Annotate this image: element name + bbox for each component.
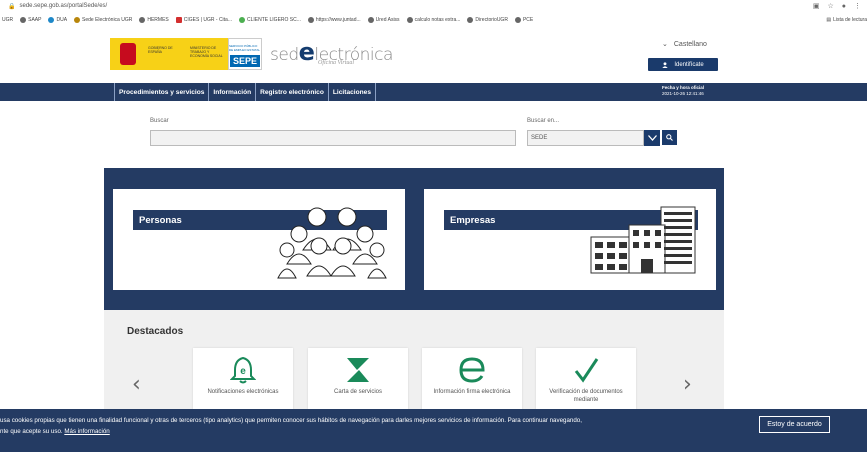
- bookmark-item[interactable]: SAAP: [20, 17, 41, 23]
- check-icon: [573, 352, 599, 388]
- bookmarks-bar: UGR SAAP DUA Sede Electrónica UGR HERMES…: [0, 14, 867, 26]
- bookmark-item[interactable]: UGR: [2, 17, 13, 23]
- chevron-down-icon: ⌄: [662, 41, 668, 48]
- search-in-label: Buscar en...: [527, 118, 560, 124]
- nav-licitaciones[interactable]: Licitaciones: [329, 83, 377, 101]
- sede-electronica-logo[interactable]: sedelectrónica Oficina Virtual: [270, 38, 400, 68]
- lock-icon: 🔒: [8, 3, 16, 10]
- search-scope-select[interactable]: SEDE: [527, 130, 644, 146]
- carousel-prev-icon[interactable]: ‹: [132, 372, 141, 397]
- menu-icon[interactable]: ⋮: [854, 2, 861, 10]
- people-group-icon: [277, 207, 387, 279]
- sepe-logo: SERVICIO PÚBLICO DE EMPLEO ESTATAL SEPE: [228, 38, 262, 70]
- tab-icon[interactable]: ▣: [813, 2, 820, 10]
- bookmark-icon: [20, 17, 27, 23]
- star-icon[interactable]: ☆: [827, 2, 833, 10]
- chevron-down-icon: [647, 135, 657, 141]
- ministry-label: MINISTERIO DE TRABAJO Y ECONOMÍA SOCIAL: [188, 38, 228, 70]
- destacado-firma-electronica[interactable]: Información firma electrónica: [422, 348, 522, 410]
- empresas-card[interactable]: Empresas: [424, 189, 716, 290]
- bookmark-icon: [175, 17, 182, 23]
- destacado-notificaciones[interactable]: e Notificaciones electrónicas: [193, 348, 293, 410]
- government-logo[interactable]: GOBIERNO DE ESPAÑA MINISTERIO DE TRABAJO…: [110, 38, 262, 70]
- nav-procedimientos[interactable]: Procedimientos y servicios: [114, 83, 210, 101]
- bookmark-item[interactable]: Sede Electrónica UGR: [74, 17, 132, 23]
- destacado-verificacion[interactable]: Verificación de documentos mediante: [536, 348, 636, 410]
- coat-of-arms-icon: [110, 38, 146, 70]
- sede-subtitle: Oficina Virtual: [318, 60, 355, 66]
- cookie-text: usa cookies propias que tienen una final…: [0, 417, 582, 424]
- address-bar[interactable]: 🔒 sede.sepe.gob.as/portalSede/es/: [0, 0, 867, 12]
- svg-text:e: e: [240, 366, 246, 377]
- browser-toolbar-icons: ▣ ☆ ● ⋮: [813, 0, 861, 12]
- nav-registro[interactable]: Registro electrónico: [256, 83, 329, 101]
- main-nav: Procedimientos y servicios Información R…: [0, 83, 867, 101]
- bookmark-item[interactable]: calculo notas extra...: [406, 17, 460, 23]
- official-datetime: Fecha y hora oficial 2021-10-26 12:41:46: [662, 85, 705, 96]
- bookmark-icon: [514, 17, 521, 23]
- search-icon: [666, 134, 673, 141]
- carta-servicios-icon: [345, 352, 371, 388]
- bookmark-icon: [406, 17, 413, 23]
- destacado-label: Información firma electrónica: [433, 389, 511, 395]
- bookmark-item[interactable]: PCE: [514, 17, 533, 23]
- destacados-title: Destacados: [127, 326, 184, 337]
- cookie-text-2: nte que acepte su uso. Más información: [0, 428, 110, 435]
- bookmark-item[interactable]: https://www.juntad...: [307, 17, 361, 23]
- select-dropdown-button[interactable]: [644, 130, 660, 146]
- bookmark-item[interactable]: DirectorioUGR: [467, 17, 508, 23]
- bookmark-icon: [48, 17, 55, 23]
- search-button[interactable]: [662, 130, 677, 145]
- destacado-carta-servicios[interactable]: Carta de servicios: [308, 348, 408, 410]
- bookmark-icon: [74, 17, 81, 23]
- bookmark-item[interactable]: DUA: [48, 17, 67, 23]
- bookmark-item[interactable]: CIGES | UGR - Cita...: [175, 17, 232, 23]
- destacado-label: Carta de servicios: [333, 389, 383, 395]
- bookmark-item[interactable]: Ured Asiss: [367, 17, 400, 23]
- cookie-banner: usa cookies propias que tienen una final…: [0, 409, 867, 452]
- personas-card[interactable]: Personas: [113, 189, 405, 290]
- notification-bell-icon: e: [230, 352, 256, 388]
- more-info-link[interactable]: Más información: [64, 428, 109, 435]
- bookmark-icon: [307, 17, 314, 23]
- reading-list-icon: ▤: [826, 17, 832, 23]
- url-text: sede.sepe.gob.as/portalSede/es/: [19, 3, 108, 9]
- carousel-next-icon[interactable]: ›: [683, 372, 692, 397]
- user-icon: [662, 61, 669, 68]
- search-input[interactable]: [150, 130, 516, 146]
- bookmark-icon: [139, 17, 146, 23]
- bookmark-item[interactable]: CLIENTE LIGERO SC...: [239, 17, 301, 23]
- bookmark-icon: [467, 17, 474, 23]
- login-button[interactable]: Identifícate: [648, 58, 718, 71]
- reading-list-button[interactable]: ▤ Lista de lectura: [822, 14, 867, 26]
- search-label: Buscar: [150, 118, 169, 124]
- language-selector[interactable]: ⌄ Castellano: [662, 40, 707, 48]
- gov-spain-label: GOBIERNO DE ESPAÑA: [146, 38, 188, 70]
- bookmark-icon: [239, 17, 245, 23]
- accept-cookies-button[interactable]: Estoy de acuerdo: [759, 416, 830, 433]
- bookmark-item[interactable]: HERMES: [139, 17, 169, 23]
- profile-icon[interactable]: ●: [842, 3, 846, 10]
- destacado-label: Notificaciones electrónicas: [207, 389, 279, 395]
- firma-electronica-icon: [457, 352, 487, 388]
- buildings-icon: [590, 206, 696, 274]
- destacado-label: Verificación de documentos mediante: [549, 389, 623, 403]
- bookmark-icon: [367, 17, 374, 23]
- nav-informacion[interactable]: Información: [209, 83, 257, 101]
